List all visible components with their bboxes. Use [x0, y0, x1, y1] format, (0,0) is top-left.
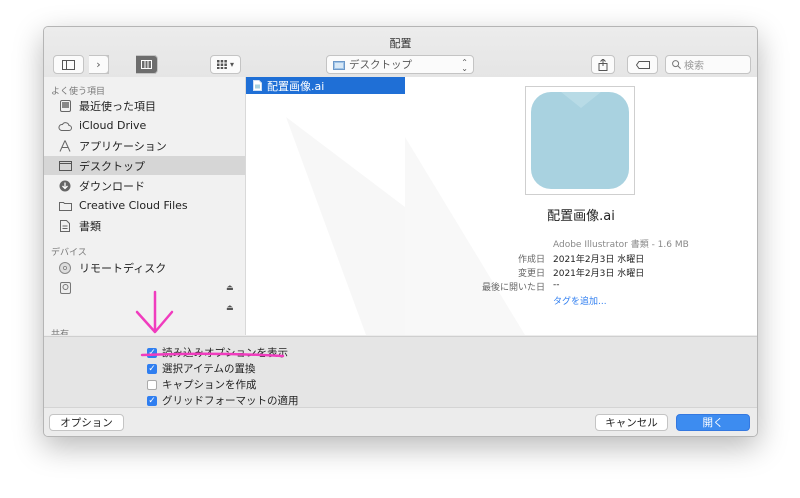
- sidebar-item-downloads[interactable]: ダウンロード: [44, 176, 245, 195]
- drive-icon: [58, 302, 72, 314]
- sidebar-item-desktop[interactable]: デスクトップ: [44, 156, 245, 175]
- documents-icon: [58, 219, 72, 232]
- option-show-import-options[interactable]: ✓ 読み込みオプションを表示: [147, 345, 288, 360]
- sidebar-item-label: Creative Cloud Files: [79, 199, 188, 212]
- add-tags-link[interactable]: タグを追加...: [553, 294, 607, 307]
- preview-filename: 配置画像.ai: [547, 209, 615, 224]
- file-row-selected[interactable]: 配置画像.ai: [246, 77, 405, 94]
- eject-icon[interactable]: ⏏: [226, 303, 234, 312]
- sidebar-item-remote-disc[interactable]: リモートディスク: [44, 258, 245, 277]
- sidebar-item-drive-2[interactable]: ⏏: [44, 298, 245, 317]
- chevron-updown-icon: ⌃ ⌄: [461, 58, 468, 73]
- options-button[interactable]: オプション: [49, 414, 124, 431]
- chevron-down-icon: ▾: [229, 60, 234, 69]
- option-label: 読み込みオプションを表示: [162, 347, 288, 359]
- option-label: 選択アイテムの置換: [162, 363, 256, 375]
- open-button[interactable]: 開く: [676, 414, 750, 431]
- shared-header: 共有: [51, 330, 70, 335]
- sidebar-item-applications[interactable]: アプリケーション: [44, 136, 245, 155]
- share-button[interactable]: [591, 55, 615, 74]
- applications-icon: [58, 139, 72, 152]
- window-title: 配置: [389, 37, 412, 50]
- dialog-footer: オプション キャンセル 開く: [44, 407, 757, 436]
- sidebar-item-label: 書類: [79, 219, 101, 233]
- file-column: 配置画像.ai: [245, 77, 406, 335]
- sidebar-item-recents[interactable]: 最近使った項目: [44, 96, 245, 115]
- location-label: デスクトップ: [349, 59, 412, 71]
- recents-icon: [58, 99, 72, 112]
- option-create-caption[interactable]: キャプションを作成: [147, 377, 257, 392]
- sidebar-item-label: デスクトップ: [79, 159, 145, 173]
- checkbox-checked-icon[interactable]: ✓: [147, 347, 157, 358]
- cloud-icon: [58, 120, 72, 132]
- modified-label: 変更日: [517, 269, 545, 279]
- checkbox-checked-icon[interactable]: ✓: [147, 395, 157, 406]
- checkbox-checked-icon[interactable]: ✓: [147, 363, 157, 374]
- search-icon: [672, 60, 681, 69]
- search-field[interactable]: 検索: [665, 55, 751, 74]
- modified-value: 2021年2月3日 水曜日: [553, 269, 645, 279]
- sidebar-item-label: ダウンロード: [79, 179, 145, 193]
- file-name: 配置画像.ai: [267, 79, 325, 93]
- checkbox-unchecked-icon[interactable]: [147, 379, 157, 390]
- tag-button[interactable]: [627, 55, 658, 74]
- sidebar-item-icloud-drive[interactable]: iCloud Drive: [44, 116, 245, 135]
- option-label: キャプションを作成: [162, 379, 257, 391]
- share-icon: [598, 58, 608, 71]
- option-apply-grid-format[interactable]: ✓ グリッドフォーマットの適用: [147, 393, 299, 408]
- last-opened-value: --: [553, 280, 560, 290]
- folder-icon: [58, 200, 72, 212]
- forward-button[interactable]: ›: [89, 55, 109, 74]
- desktop-icon: [58, 160, 72, 172]
- download-icon: [58, 180, 72, 192]
- sidebar: よく使う項目 最近使った項目 iCloud Drive アプリケーション デスク…: [44, 77, 245, 335]
- preview-pane: 配置画像.ai Adobe Illustrator 書類 - 1.6 MB 作成…: [405, 77, 757, 335]
- import-options-panel: ✓ 読み込みオプションを表示 ✓ 選択アイテムの置換 キャプションを作成 ✓ グ…: [44, 336, 757, 407]
- disc-icon: [58, 261, 72, 274]
- created-label: 作成日: [517, 255, 545, 265]
- open-dialog: 配置 ‹ › ▾: [43, 26, 758, 437]
- column-view-button[interactable]: [136, 55, 158, 74]
- sidebar-item-documents[interactable]: 書類: [44, 216, 245, 235]
- option-replace-selected[interactable]: ✓ 選択アイテムの置換: [147, 361, 255, 376]
- columns-icon: [141, 60, 152, 69]
- gallery-view-dropdown[interactable]: ▾: [210, 55, 241, 74]
- sidebar-item-label: 最近使った項目: [79, 99, 156, 113]
- sidebar-item-label: アプリケーション: [79, 139, 167, 153]
- cancel-button[interactable]: キャンセル: [595, 414, 668, 431]
- gallery-icon: [216, 60, 227, 69]
- devices-header: デバイス: [51, 248, 87, 258]
- sidebar-item-creative-cloud-files[interactable]: Creative Cloud Files: [44, 196, 245, 215]
- preview-kind: Adobe Illustrator 書類 - 1.6 MB: [553, 240, 689, 250]
- created-value: 2021年2月3日 水曜日: [553, 255, 645, 265]
- preview-thumbnail-frame: [525, 86, 635, 195]
- sidebar-toggle-button[interactable]: [53, 55, 84, 74]
- thumbnail-fold: [561, 92, 601, 108]
- document-icon: [253, 80, 262, 91]
- chevron-right-icon: ›: [96, 58, 101, 71]
- last-opened-label: 最後に開いた日: [481, 283, 545, 293]
- sidebar-icon: [62, 59, 75, 70]
- eject-icon[interactable]: ⏏: [226, 283, 234, 292]
- search-placeholder: 検索: [684, 61, 704, 72]
- column-watermark: [286, 117, 405, 335]
- desktop-folder-icon: [333, 60, 345, 70]
- option-label: グリッドフォーマットの適用: [162, 395, 299, 407]
- drive-icon: [58, 281, 72, 294]
- tag-icon: [635, 60, 650, 69]
- sidebar-item-label: iCloud Drive: [79, 119, 147, 132]
- sidebar-item-drive-1[interactable]: ⏏: [44, 278, 245, 297]
- sidebar-item-label: リモートディスク: [79, 261, 167, 275]
- location-popup[interactable]: デスクトップ ⌃ ⌄: [326, 55, 474, 74]
